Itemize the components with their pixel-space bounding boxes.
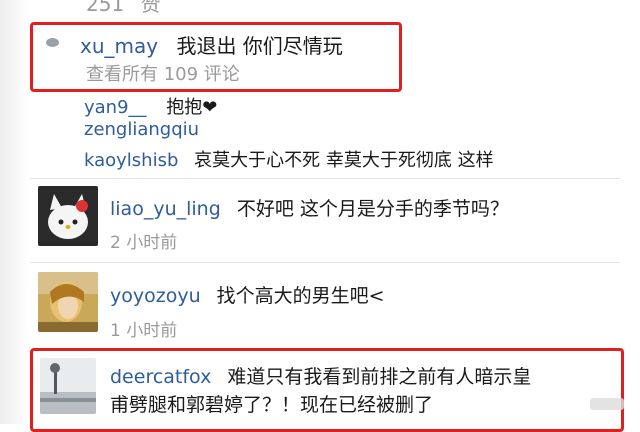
avatar[interactable] (40, 358, 96, 414)
landscape-avatar-icon (40, 358, 96, 414)
left-edge-shadow (0, 0, 28, 424)
reply-username[interactable]: yan9__ (84, 97, 147, 118)
reply-username[interactable]: kaoylshisb (84, 150, 178, 171)
comment-username[interactable]: liao_yu_ling (110, 198, 221, 220)
comment-row: deercatfox 难道只有我看到前排之前有人暗示皇 (110, 362, 531, 389)
divider (30, 178, 620, 179)
comment-text: 不好吧 这个月是分手的季节吗？ (236, 198, 509, 220)
comment-timestamp: 1 小时前 (110, 321, 178, 341)
divider (30, 262, 620, 263)
reply-3: kaoylshisb 哀莫大于心不死 幸莫大于死彻底 这样 (84, 146, 494, 172)
reply-2: zengliangqiu (84, 119, 199, 140)
comment-text: 我退出 你们尽情玩 (176, 34, 343, 58)
comment-username[interactable]: deercatfox (110, 366, 211, 388)
comment-bubble-icon (46, 38, 59, 47)
comment-timestamp: 2 小时前 (110, 233, 178, 253)
avatar[interactable] (38, 186, 98, 246)
comment-text: 找个高大的男生吧< (216, 285, 385, 307)
comment-row: yoyozoyu 找个高大的男生吧< (110, 281, 385, 308)
avatar[interactable] (38, 272, 98, 332)
reply-username[interactable]: zengliangqiu (84, 119, 199, 140)
reply-1: yan9__ 抱抱❤ (84, 93, 217, 119)
main-comment: xu_may 我退出 你们尽情玩 (80, 30, 343, 59)
comment-text: 难道只有我看到前排之前有人暗示皇 (227, 366, 532, 388)
watermark (590, 398, 624, 410)
view-all-comments-link[interactable]: 查看所有 109 评论 (86, 60, 240, 86)
comment-username[interactable]: yoyozoyu (110, 285, 201, 307)
comment-row: liao_yu_ling 不好吧 这个月是分手的季节吗？ (110, 194, 509, 221)
reply-text: 哀莫大于心不死 幸莫大于死彻底 这样 (194, 150, 494, 171)
comment-username[interactable]: xu_may (80, 34, 158, 58)
person-avatar-icon (38, 272, 98, 332)
likes-count-partial: 251 赞 (86, 0, 161, 16)
reply-text: 抱抱❤ (166, 97, 218, 118)
comment-text-continued: 甫劈腿和郭碧婷了？！现在已经被删了 (110, 394, 434, 416)
hello-kitty-avatar-icon (38, 186, 98, 246)
